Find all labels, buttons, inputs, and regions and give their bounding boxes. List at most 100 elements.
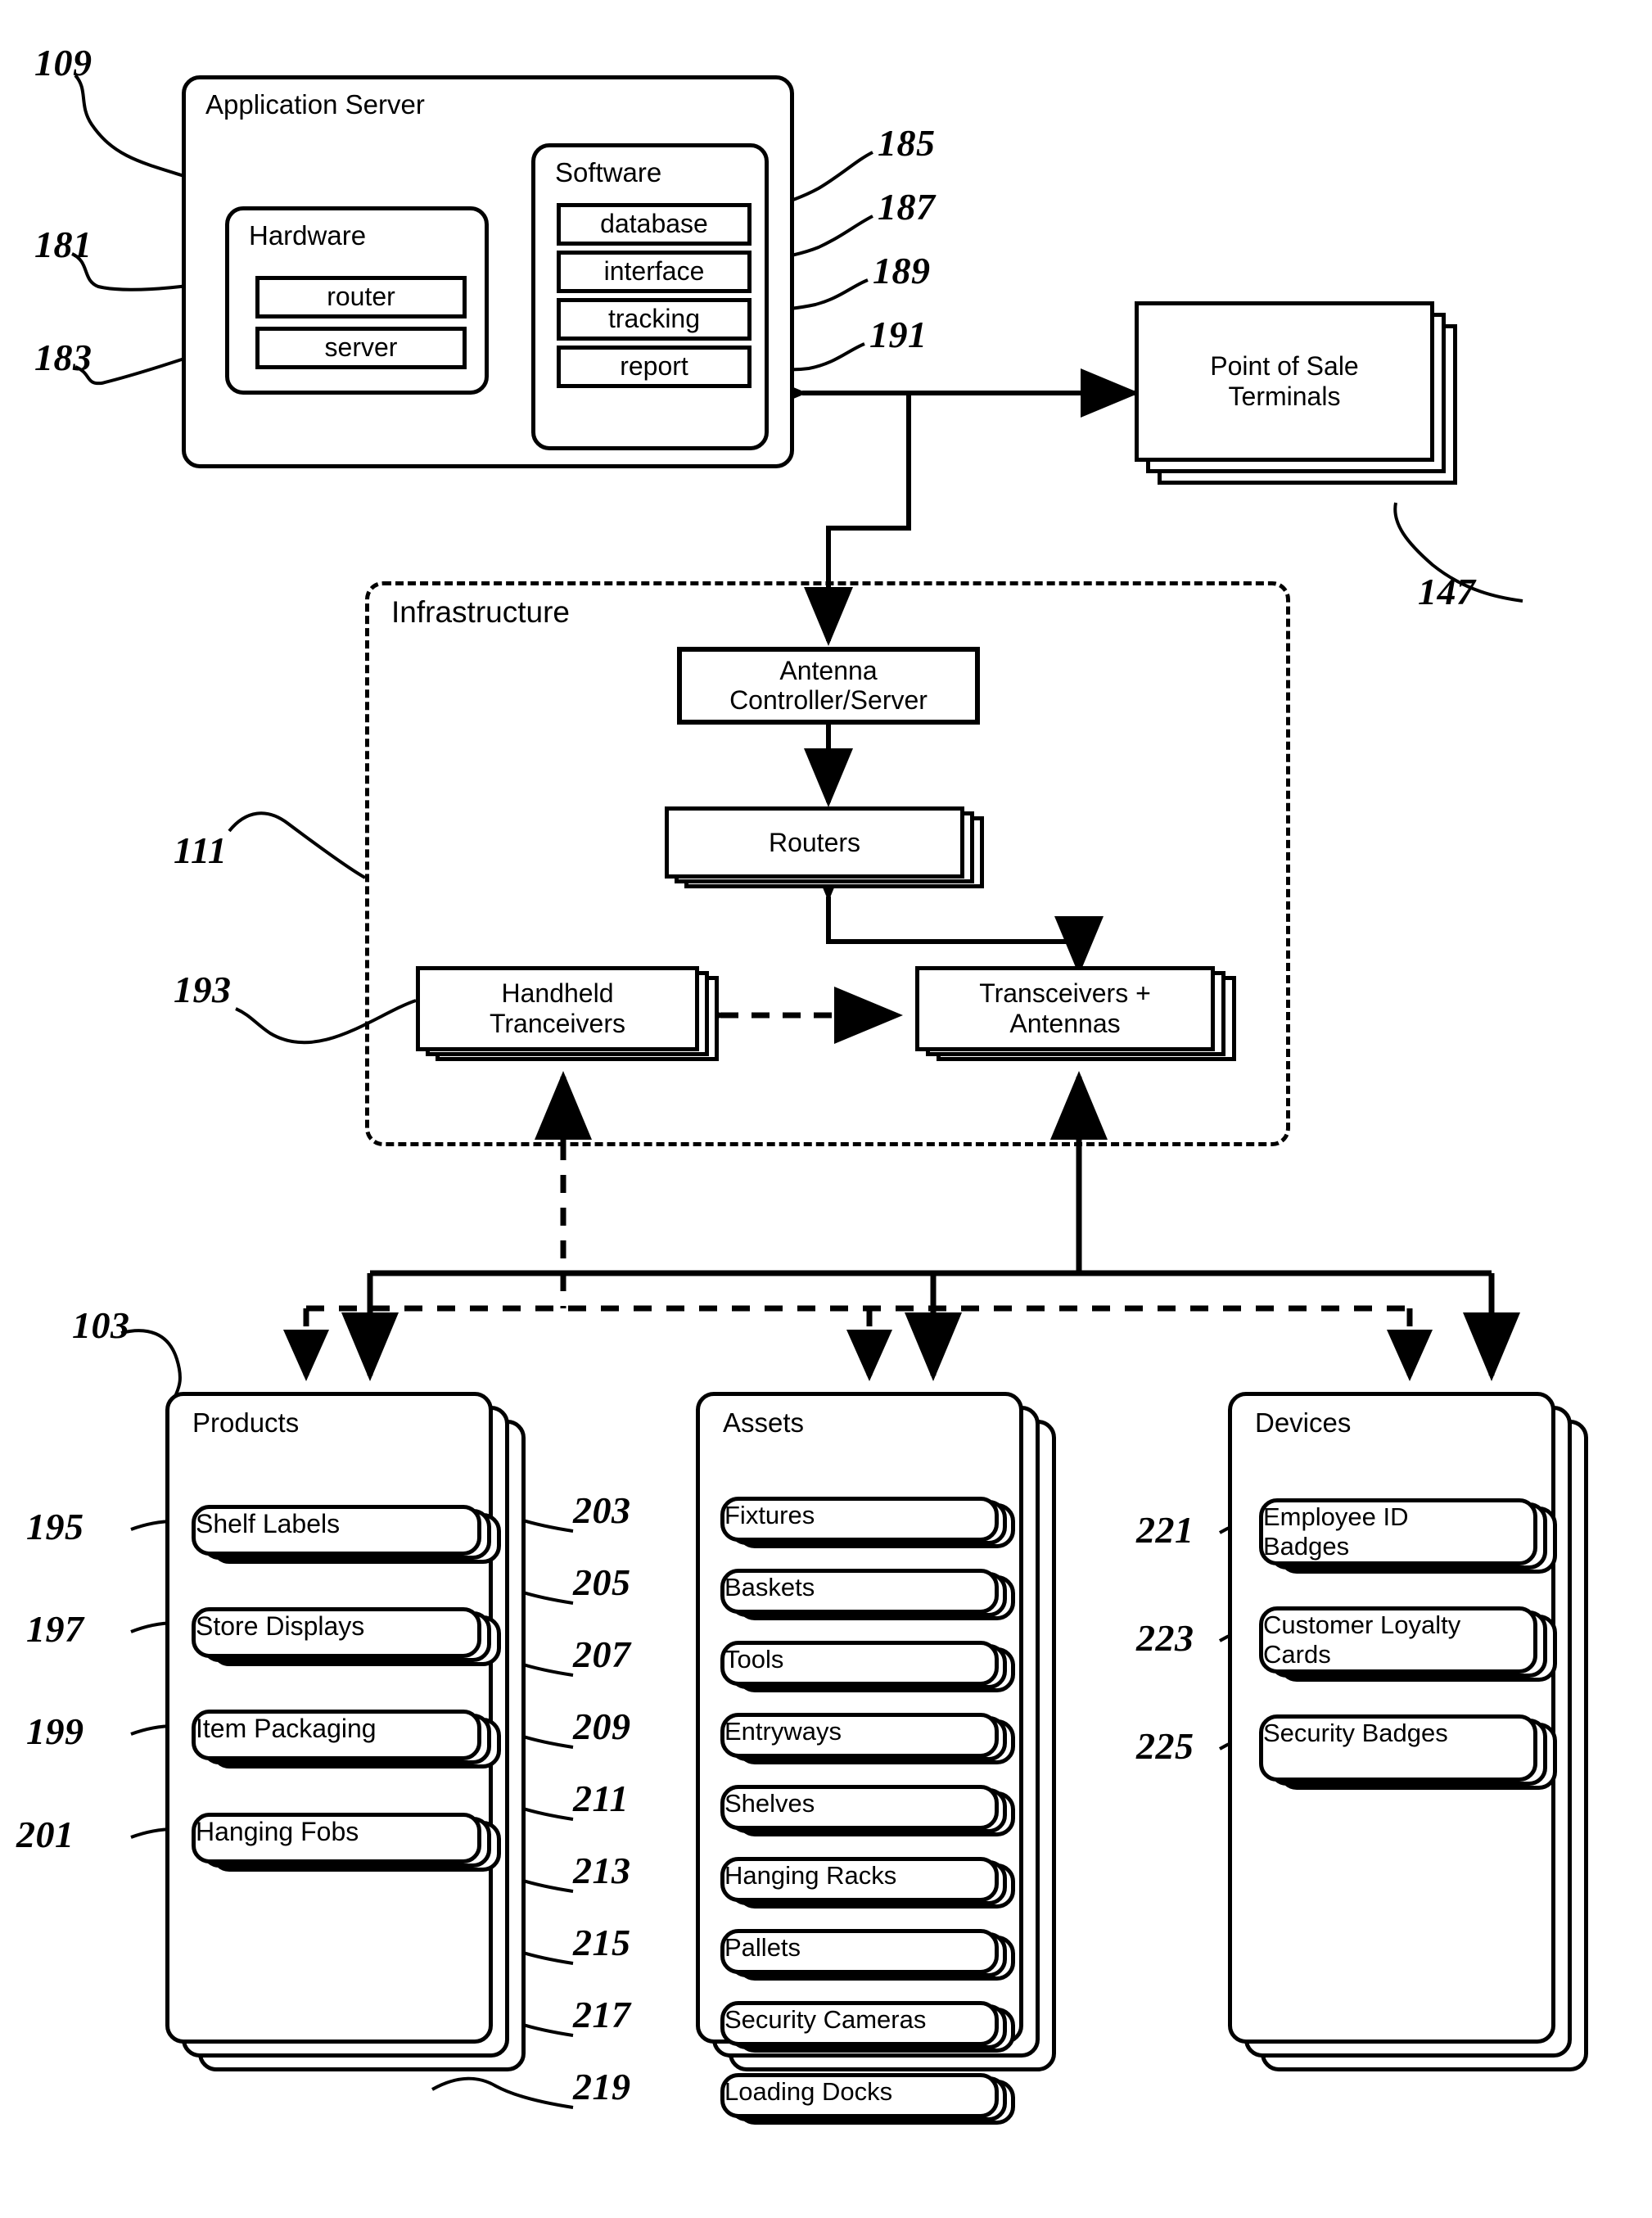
devices-column-stack[interactable]: Devices Employee ID Badges Customer Loya…	[1228, 1392, 1588, 2071]
products-column-stack[interactable]: Products Shelf Labels Store Displays Ite…	[165, 1392, 526, 2071]
assets-item-fixtures[interactable]: Fixtures	[720, 1497, 1031, 1554]
devices-item-security-badges-label-line1: Security Badges	[1263, 1719, 1448, 1747]
software-box: Software database interface tracking rep…	[531, 143, 769, 450]
ref-207: 207	[573, 1633, 631, 1675]
assets-item-security-cameras-face: Security Cameras	[720, 2001, 999, 2046]
assets-item-entryways-label: Entryways	[724, 1717, 842, 1746]
products-item-item-packaging-label: Item Packaging	[196, 1714, 377, 1743]
antenna-controller-box[interactable]: Antenna Controller/Server	[677, 647, 980, 725]
hardware-item-router[interactable]: router	[255, 276, 467, 318]
pos-terminals-label-line1: Point of Sale	[1210, 351, 1359, 382]
software-item-tracking[interactable]: tracking	[557, 298, 752, 341]
pos-terminals-face: Point of Sale Terminals	[1135, 301, 1434, 462]
hardware-item-router-label: router	[327, 282, 395, 312]
devices-item-employee-id-badges-face: Employee ID Badges	[1259, 1498, 1537, 1565]
handheld-transceivers-stack[interactable]: Handheld Tranceivers	[416, 966, 727, 1071]
devices-item-employee-id-badges-label-line1: Employee ID	[1263, 1502, 1409, 1531]
assets-item-fixtures-label: Fixtures	[724, 1501, 815, 1529]
assets-title: Assets	[723, 1407, 805, 1438]
products-item-item-packaging[interactable]: Item Packaging	[192, 1710, 503, 1775]
patent-figure: Application Server Hardware router serve…	[0, 0, 1652, 2218]
assets-item-shelves-label: Shelves	[724, 1789, 815, 1818]
assets-item-hanging-racks[interactable]: Hanging Racks	[720, 1857, 1031, 1914]
ref-221: 221	[1136, 1509, 1194, 1551]
assets-item-shelves-face: Shelves	[720, 1785, 999, 1830]
ref-223: 223	[1136, 1617, 1194, 1659]
handheld-transceivers-label-line2: Tranceivers	[490, 1009, 625, 1038]
pos-terminals-stack[interactable]: Point of Sale Terminals	[1135, 301, 1462, 490]
assets-item-hanging-racks-face: Hanging Racks	[720, 1857, 999, 1902]
products-item-shelf-labels-face: Shelf Labels	[192, 1505, 481, 1556]
ref-181: 181	[34, 224, 93, 265]
ref-185: 185	[878, 122, 936, 164]
transceivers-antennas-stack[interactable]: Transceivers + Antennas	[915, 966, 1243, 1071]
ref-201: 201	[16, 1814, 74, 1855]
ref-103: 103	[72, 1304, 130, 1346]
ref-203: 203	[573, 1489, 631, 1531]
products-item-shelf-labels[interactable]: Shelf Labels	[192, 1505, 503, 1570]
hardware-item-server[interactable]: server	[255, 327, 467, 369]
transceivers-antennas-label-line1: Transceivers +	[979, 978, 1151, 1009]
software-item-tracking-label: tracking	[607, 304, 701, 334]
assets-item-fixtures-face: Fixtures	[720, 1497, 999, 1542]
ref-225: 225	[1136, 1725, 1194, 1767]
ref-211: 211	[573, 1778, 629, 1819]
routers-label: Routers	[768, 827, 861, 857]
products-item-hanging-fobs[interactable]: Hanging Fobs	[192, 1813, 503, 1878]
devices-item-customer-loyalty-cards[interactable]: Customer Loyalty Cards	[1259, 1606, 1570, 1688]
assets-item-pallets-label: Pallets	[724, 1933, 801, 1962]
products-title: Products	[192, 1407, 300, 1438]
handheld-transceivers-label-line1: Handheld	[501, 978, 614, 1009]
ref-147: 147	[1418, 571, 1476, 612]
ref-197: 197	[26, 1608, 84, 1650]
ref-195: 195	[26, 1506, 84, 1547]
assets-item-security-cameras-label: Security Cameras	[724, 2005, 927, 2034]
products-item-shelf-labels-label: Shelf Labels	[196, 1509, 341, 1538]
products-item-item-packaging-face: Item Packaging	[192, 1710, 481, 1760]
pos-terminals-label-line2: Terminals	[1228, 382, 1341, 411]
software-item-database[interactable]: database	[557, 203, 752, 246]
application-server-title: Application Server	[205, 89, 425, 120]
products-item-hanging-fobs-label: Hanging Fobs	[196, 1817, 359, 1846]
assets-item-hanging-racks-label: Hanging Racks	[724, 1861, 897, 1890]
ref-187: 187	[878, 186, 936, 228]
devices-item-customer-loyalty-cards-label-line2: Cards	[1263, 1639, 1331, 1669]
software-item-interface[interactable]: interface	[557, 251, 752, 293]
devices-item-employee-id-badges-label-line2: Badges	[1263, 1531, 1350, 1561]
products-item-hanging-fobs-face: Hanging Fobs	[192, 1813, 481, 1863]
ref-193: 193	[174, 969, 232, 1010]
ref-219: 219	[573, 2066, 631, 2107]
ref-191: 191	[869, 314, 928, 355]
assets-item-pallets[interactable]: Pallets	[720, 1929, 1031, 1986]
antenna-controller-label-line1: Antenna	[779, 656, 878, 686]
devices-item-employee-id-badges[interactable]: Employee ID Badges	[1259, 1498, 1570, 1580]
ref-199: 199	[26, 1710, 84, 1752]
assets-item-shelves[interactable]: Shelves	[720, 1785, 1031, 1842]
assets-item-security-cameras[interactable]: Security Cameras	[720, 2001, 1031, 2058]
ref-189: 189	[873, 250, 931, 291]
transceivers-antennas-face: Transceivers + Antennas	[915, 966, 1215, 1051]
assets-item-baskets-face: Baskets	[720, 1569, 999, 1614]
software-item-report-label: report	[620, 351, 688, 382]
antenna-controller-label-line2: Controller/Server	[729, 684, 928, 715]
hardware-title: Hardware	[249, 220, 367, 251]
assets-item-loading-docks[interactable]: Loading Docks	[720, 2073, 1031, 2130]
routers-stack[interactable]: Routers	[665, 806, 992, 898]
assets-item-tools[interactable]: Tools	[720, 1641, 1031, 1698]
ref-217: 217	[573, 1994, 631, 2035]
software-item-database-label: database	[600, 209, 708, 239]
ref-205: 205	[573, 1561, 631, 1603]
ref-215: 215	[573, 1922, 631, 1963]
devices-item-security-badges[interactable]: Security Badges	[1259, 1714, 1570, 1796]
assets-item-loading-docks-face: Loading Docks	[720, 2073, 999, 2118]
devices-item-customer-loyalty-cards-label-line1: Customer Loyalty	[1263, 1610, 1461, 1639]
products-item-store-displays[interactable]: Store Displays	[192, 1607, 503, 1673]
handheld-transceivers-face: Handheld Tranceivers	[416, 966, 699, 1051]
routers-face: Routers	[665, 806, 964, 879]
assets-item-baskets[interactable]: Baskets	[720, 1569, 1031, 1626]
software-item-report[interactable]: report	[557, 346, 752, 388]
assets-item-entryways[interactable]: Entryways	[720, 1713, 1031, 1770]
assets-column-stack[interactable]: Assets Fixtures Baskets Tools Entryways …	[696, 1392, 1056, 2125]
devices-item-security-badges-face: Security Badges	[1259, 1714, 1537, 1782]
assets-item-pallets-face: Pallets	[720, 1929, 999, 1974]
